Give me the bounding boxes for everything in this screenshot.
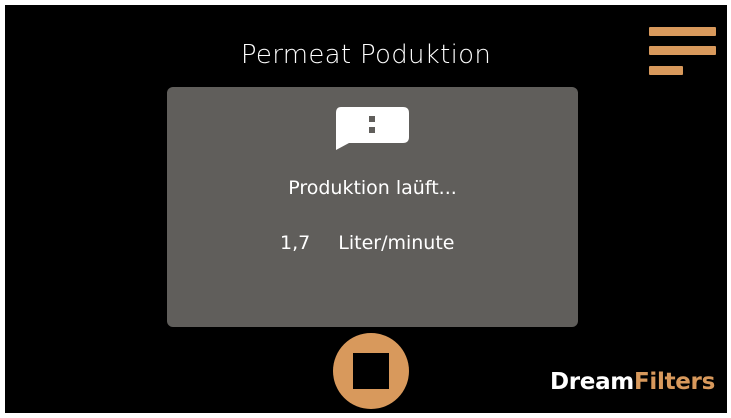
hamburger-menu-icon-bar [649,66,683,75]
stop-icon [353,353,389,389]
status-text: Produktion laüft... [288,177,457,199]
page-title: Permeat Poduktion [240,40,492,70]
message-alert-icon [336,107,409,150]
logo-text-dream: Dream [549,369,634,395]
flow-rate-unit: Liter/minute [338,232,455,254]
stop-button[interactable] [333,333,409,409]
hamburger-menu-icon [649,27,716,36]
hamburger-menu-icon-bar [649,46,716,55]
flow-rate-value: 1,7 [280,232,311,254]
logo-text-filters: Filters [633,369,715,395]
status-card: Produktion laüft... 1,7 Liter/minute [167,87,578,327]
menu-button[interactable] [646,25,718,77]
dreamfilters-logo: DreamFilters [550,368,715,396]
flow-rate: 1,7 Liter/minute [280,231,455,255]
app-screen: Permeat Poduktion Produktion laüft... 1,… [5,5,727,413]
